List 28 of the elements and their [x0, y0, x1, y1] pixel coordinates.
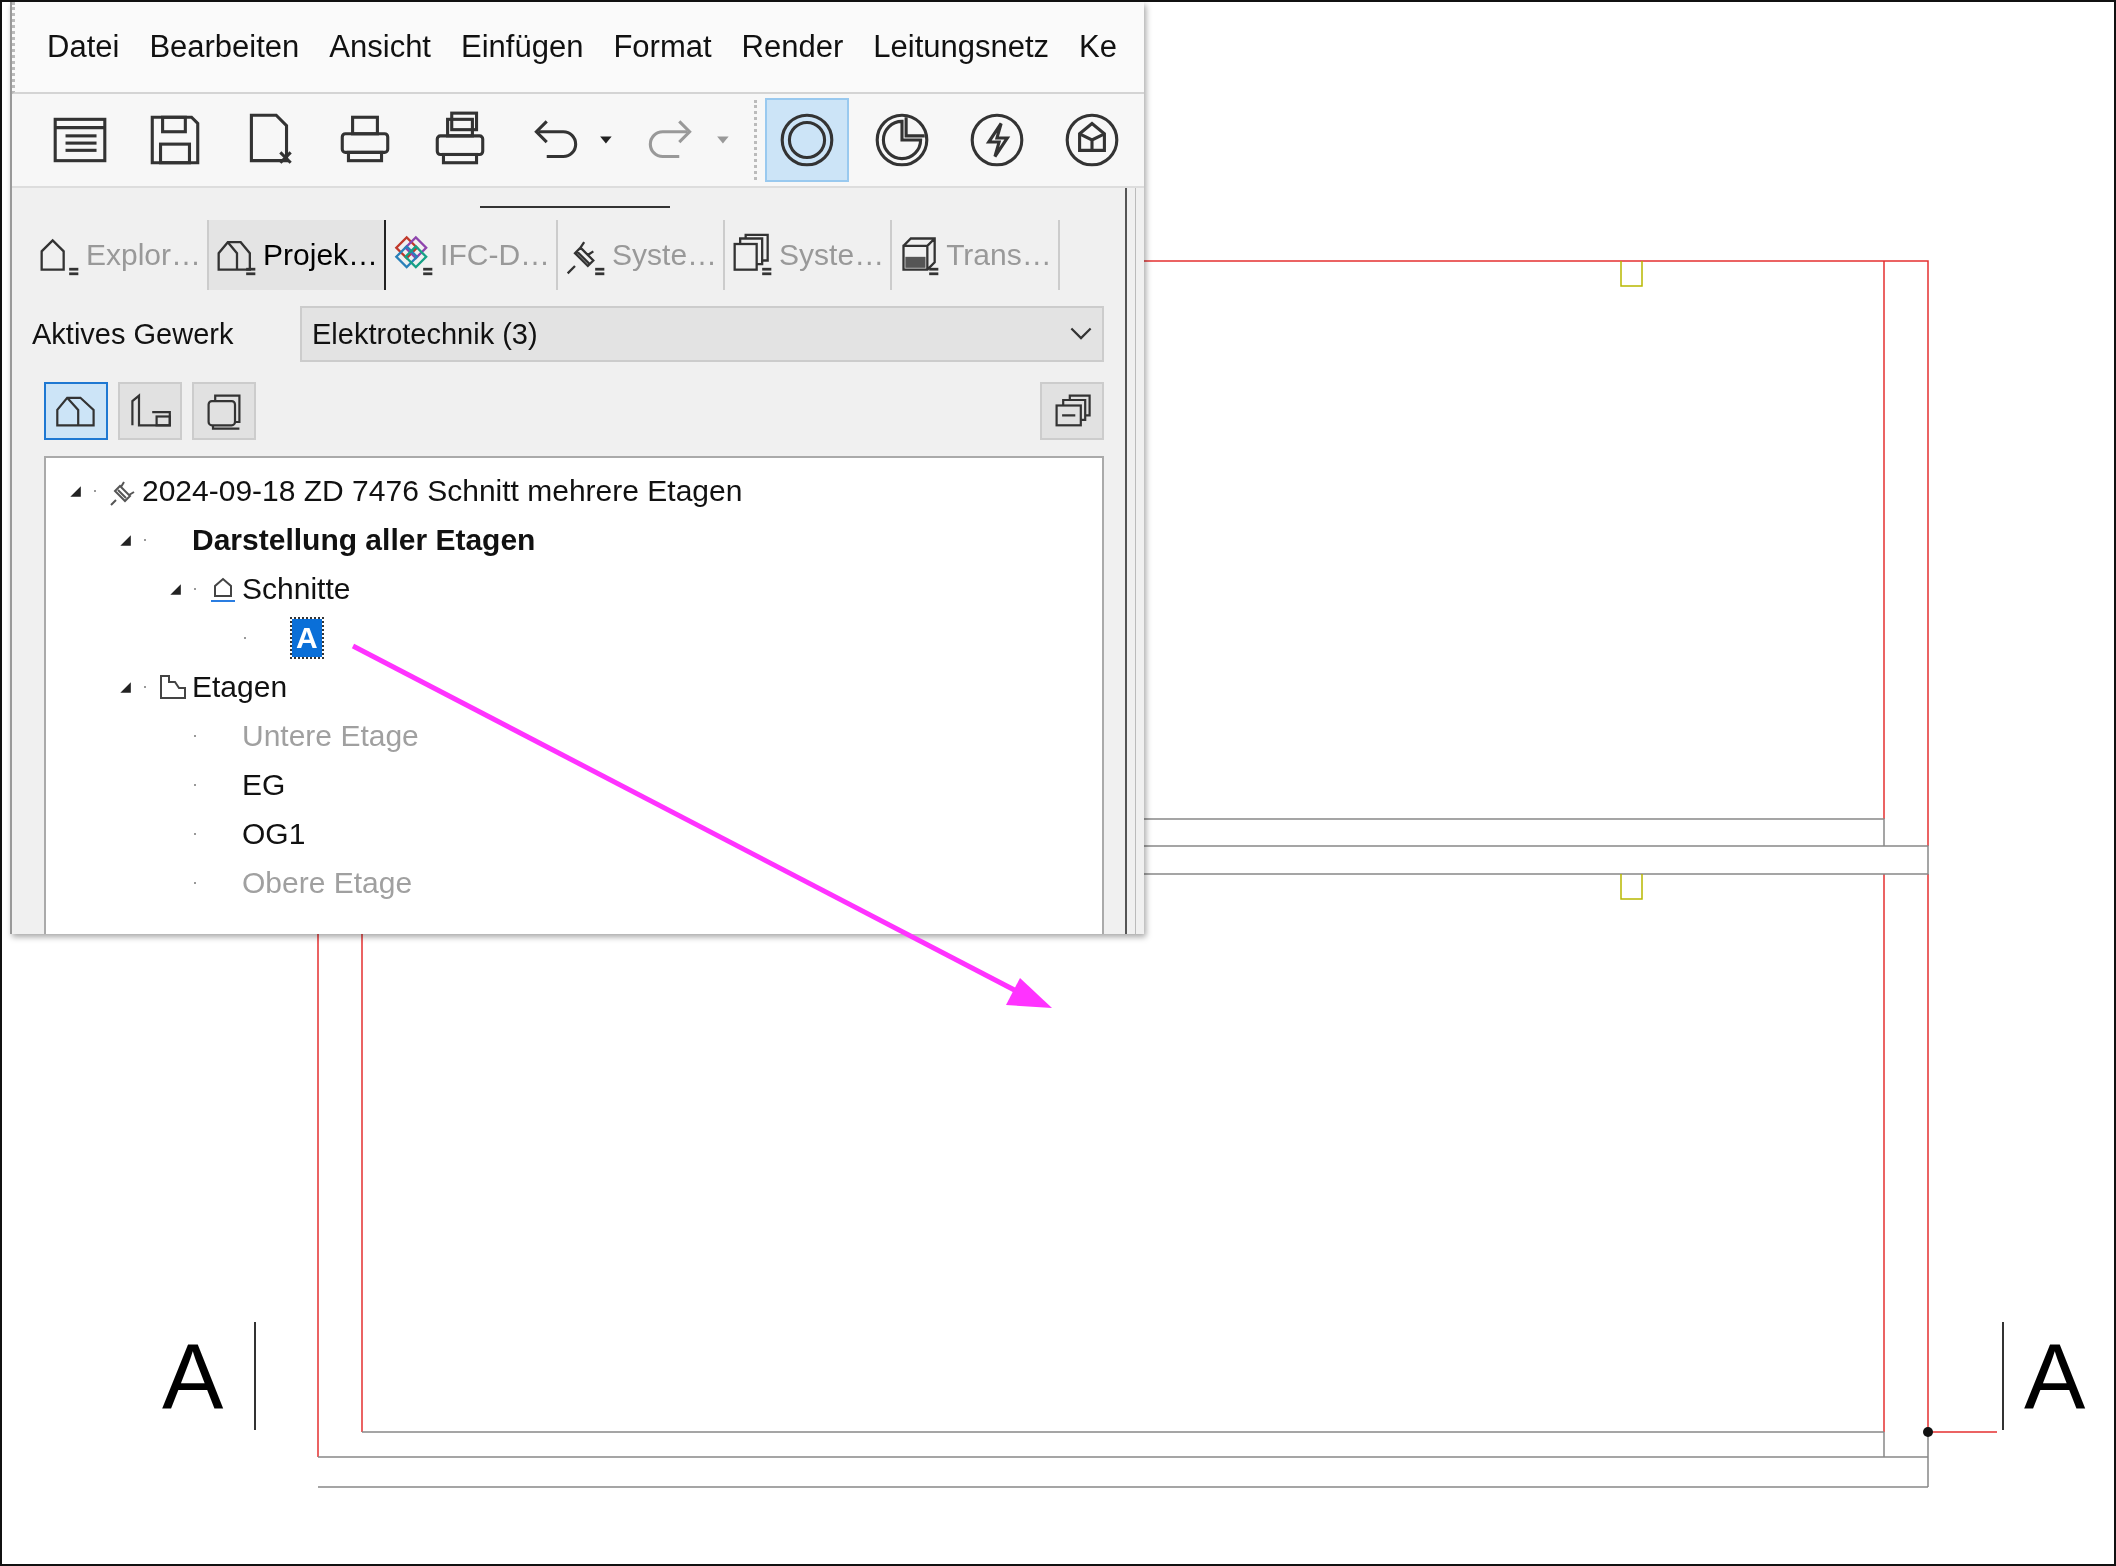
menu-item[interactable]: Format	[613, 29, 712, 65]
menu-item[interactable]: Datei	[47, 29, 120, 65]
tree-item[interactable]: A	[292, 618, 322, 657]
menu-item[interactable]: Einfügen	[461, 29, 584, 65]
caret-icon[interactable]	[599, 135, 613, 145]
tree-item[interactable]: Etagen	[192, 669, 288, 704]
menu-item[interactable]: Ke	[1079, 29, 1117, 65]
field-label: Aktives Gewerk	[32, 317, 235, 351]
toolbar-button[interactable]	[764, 98, 850, 182]
tree-item[interactable]: Schnitte	[242, 571, 351, 606]
menu-item[interactable]: Leitungsnetz	[873, 29, 1050, 65]
menu-item[interactable]: Render	[741, 29, 844, 65]
tree-item[interactable]: 2024-09-18 ZD 7476 Schnitt mehrere Etagen	[142, 473, 743, 508]
panel-tab[interactable]: Projek…	[209, 220, 387, 290]
tree-item[interactable]: OG1	[242, 816, 306, 851]
collapse-all-button[interactable]	[1040, 382, 1104, 440]
view-button[interactable]	[192, 382, 256, 440]
section-label: A	[2024, 1327, 2086, 1427]
view-button[interactable]	[118, 382, 182, 440]
view-button[interactable]	[44, 382, 108, 440]
tree-item[interactable]: Darstellung aller Etagen	[192, 522, 536, 557]
tree-item[interactable]: EG	[242, 767, 286, 802]
trade-dropdown[interactable]: Elektrotechnik (3)	[300, 306, 1104, 362]
menu-item[interactable]: Bearbeiten	[149, 29, 300, 65]
scrollbar-track[interactable]	[1125, 188, 1136, 934]
chevron-down-icon	[1070, 327, 1092, 341]
menu-item[interactable]: Ansicht	[329, 29, 431, 65]
section-label: A	[162, 1327, 224, 1427]
